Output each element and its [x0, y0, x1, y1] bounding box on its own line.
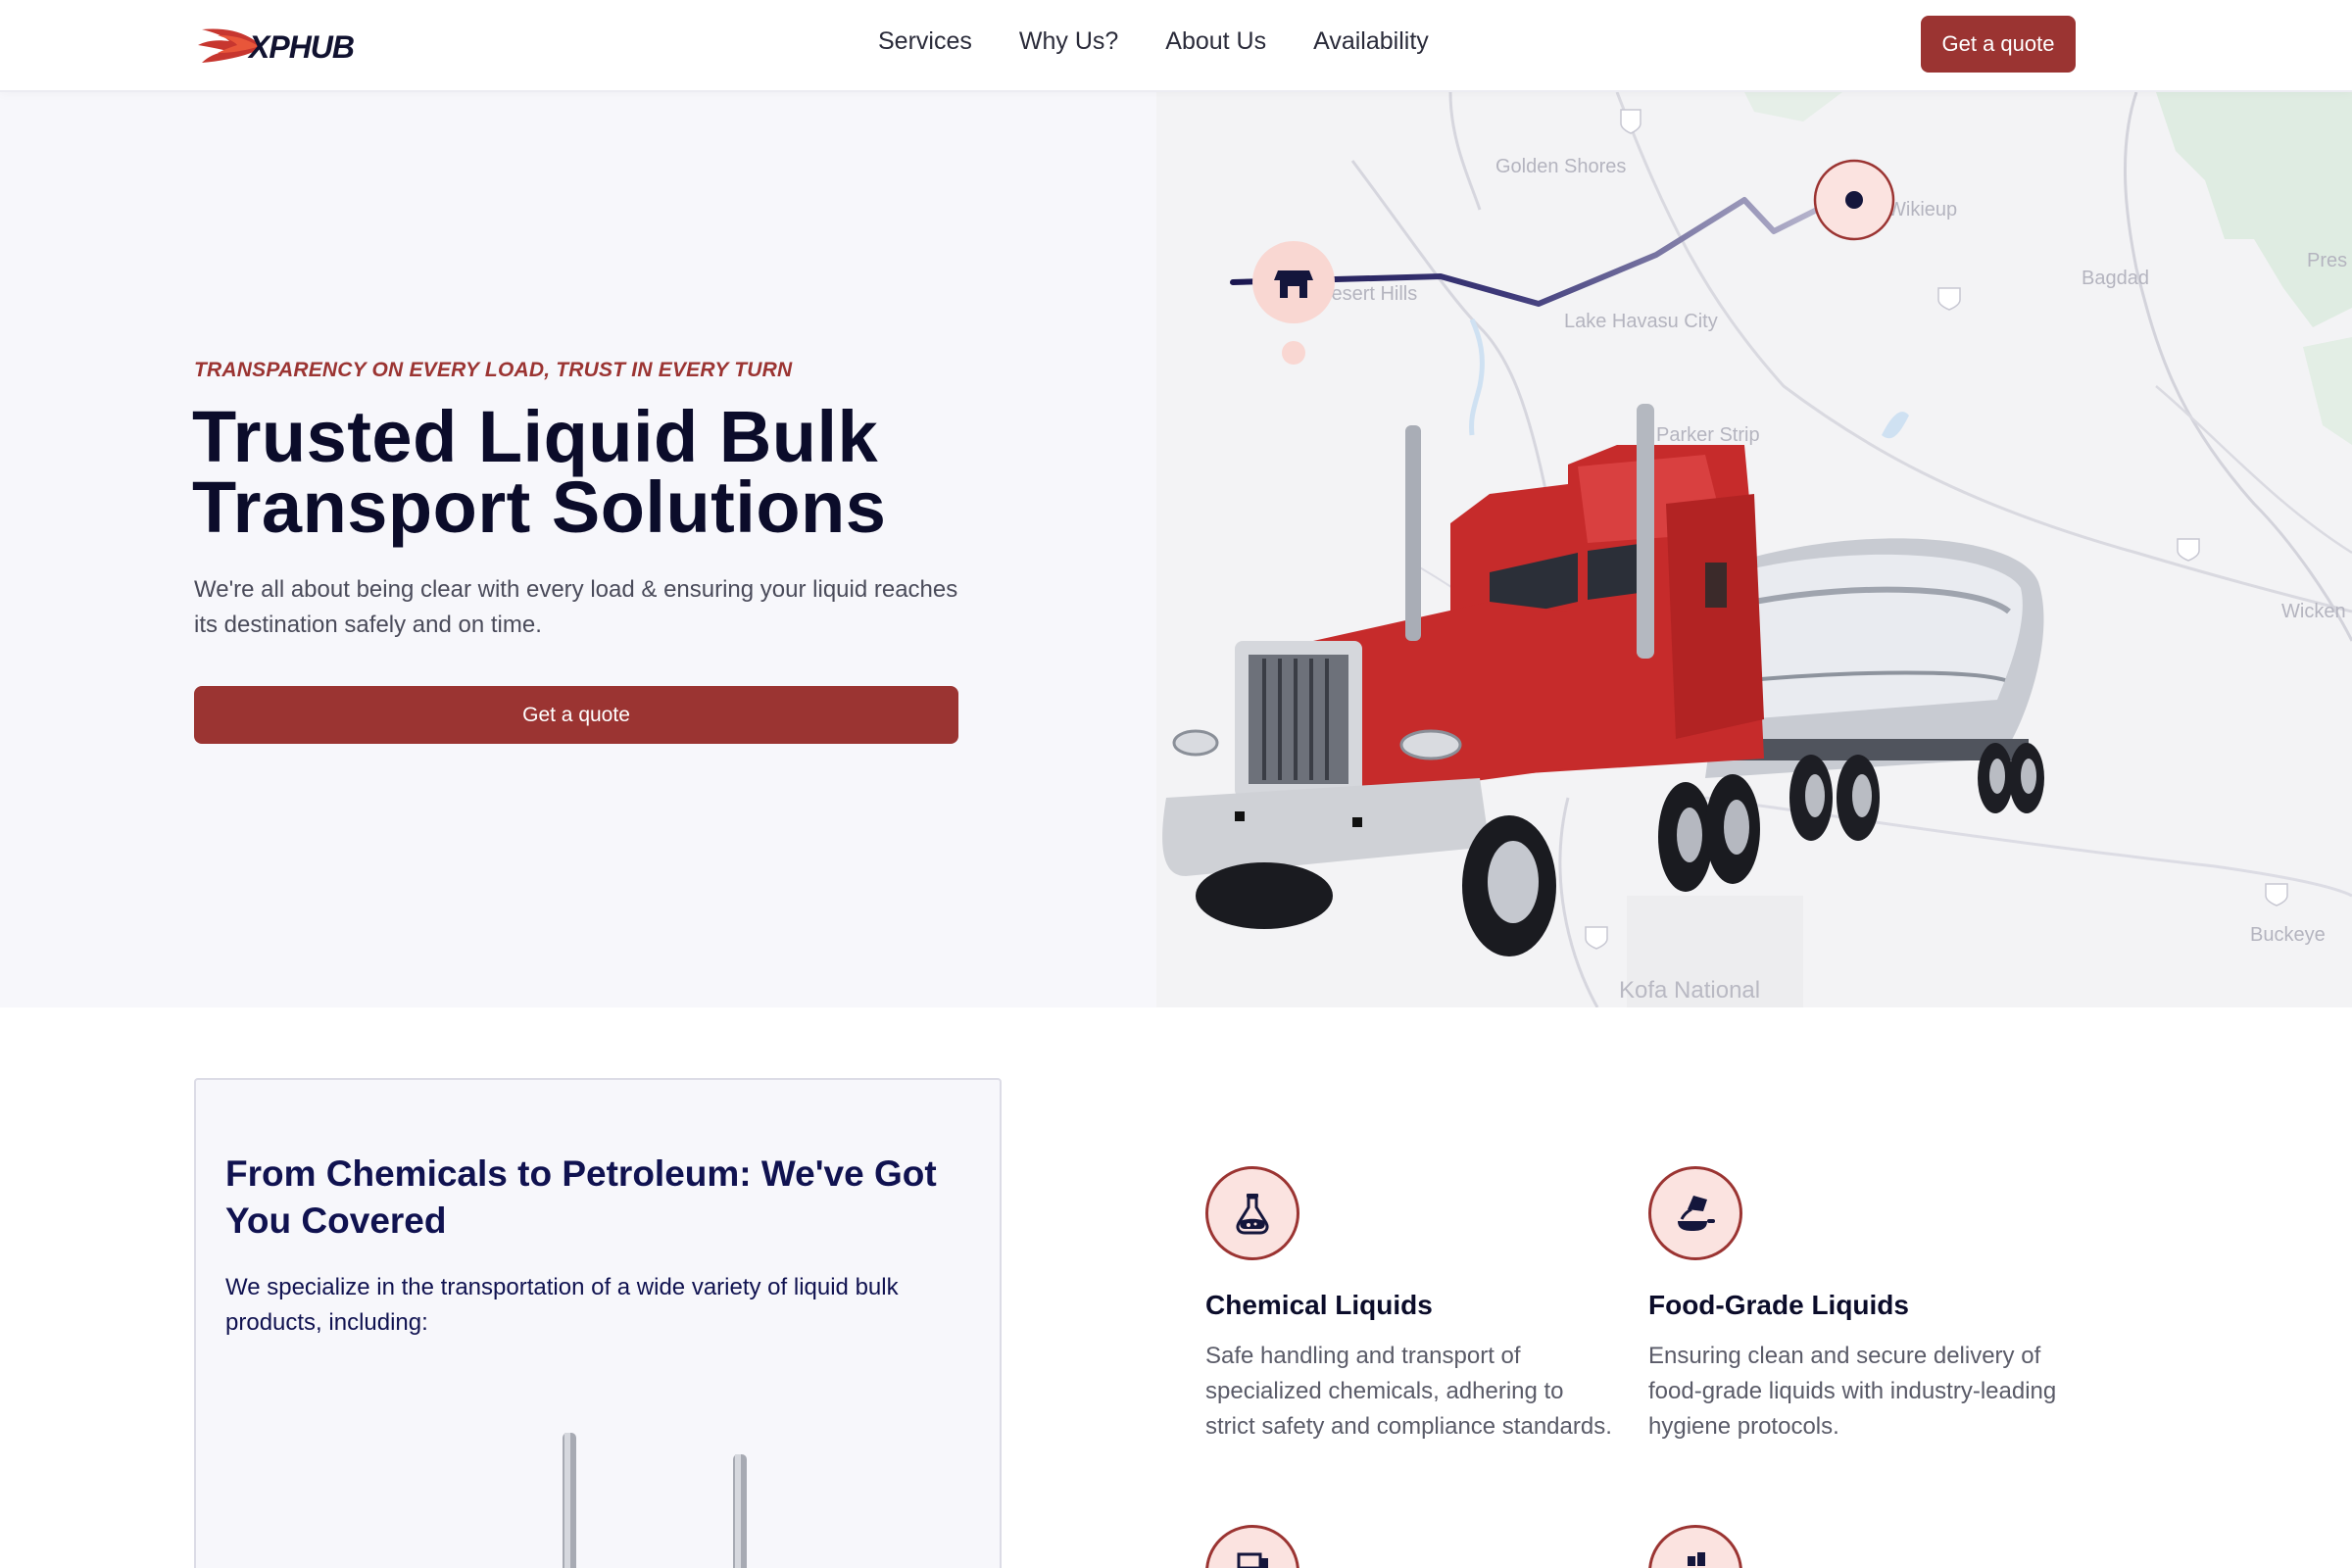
nav-why-us[interactable]: Why Us? [1019, 27, 1118, 56]
map-label-wickenburg: Wicken [2281, 601, 2346, 622]
truck-cab-image [563, 1433, 747, 1568]
map-label-kofa: Kofa National [1619, 977, 1760, 1004]
service-description: Safe handling and transport of specializ… [1205, 1343, 1612, 1440]
header-get-quote-button[interactable]: Get a quote [1921, 16, 2076, 73]
map-label-wikieup: Wikieup [1887, 199, 1957, 220]
nav-availability[interactable]: Availability [1313, 27, 1429, 56]
route-map: Golden Shores Wikieup Bagdad Lake Havasu… [1156, 92, 2352, 1007]
site-header: XPHUB Services Why Us? About Us Availabi… [0, 0, 2352, 92]
service-food-grade-liquids: Food-Grade Liquids Ensuring clean and se… [1648, 1166, 2060, 1445]
services-card-title: From Chemicals to Petroleum: We've Got Y… [225, 1153, 937, 1241]
destination-pin-icon [1813, 159, 1895, 241]
brand-name: XPHUB [249, 29, 355, 65]
map-label-lake-havasu: Lake Havasu City [1564, 311, 1718, 332]
hero-section: Golden Shores Wikieup Bagdad Lake Havasu… [0, 92, 2352, 1007]
brand-logo[interactable]: XPHUB [196, 22, 372, 71]
barrels-service-icon [1648, 1525, 1742, 1568]
map-label-buckeye: Buckeye [2250, 924, 2326, 946]
nav-services[interactable]: Services [878, 27, 972, 56]
hero-title: Trusted Liquid Bulk Transport Solutions [192, 396, 887, 548]
hero-get-quote-button[interactable]: Get a quote [194, 686, 958, 744]
pouring-icon [1648, 1166, 1742, 1260]
service-title: Chemical Liquids [1205, 1290, 1433, 1320]
service-title: Food-Grade Liquids [1648, 1290, 1909, 1320]
map-label-parker-strip: Parker Strip [1656, 424, 1760, 446]
nav-about-us[interactable]: About Us [1165, 27, 1266, 56]
service-chemical-liquids: Chemical Liquids Safe handling and trans… [1205, 1166, 1617, 1445]
services-card-description: We specialize in the transportation of a… [225, 1274, 899, 1336]
service-description: Ensuring clean and secure delivery of fo… [1648, 1343, 2057, 1440]
map-label-prescott: Pres [2307, 250, 2347, 271]
flask-icon [1205, 1166, 1299, 1260]
hero-eyebrow: TRANSPARENCY ON EVERY LOAD, TRUST IN EVE… [194, 359, 793, 381]
services-intro-card: From Chemicals to Petroleum: We've Got Y… [194, 1078, 1002, 1568]
hero-description: We're all about being clear with every l… [194, 576, 958, 638]
tanker-truck-service-icon [1205, 1525, 1299, 1568]
map-label-golden-shores: Golden Shores [1495, 156, 1626, 177]
main-nav: Services Why Us? About Us Availability [878, 27, 1429, 56]
map-label-bagdad: Bagdad [2082, 268, 2149, 289]
